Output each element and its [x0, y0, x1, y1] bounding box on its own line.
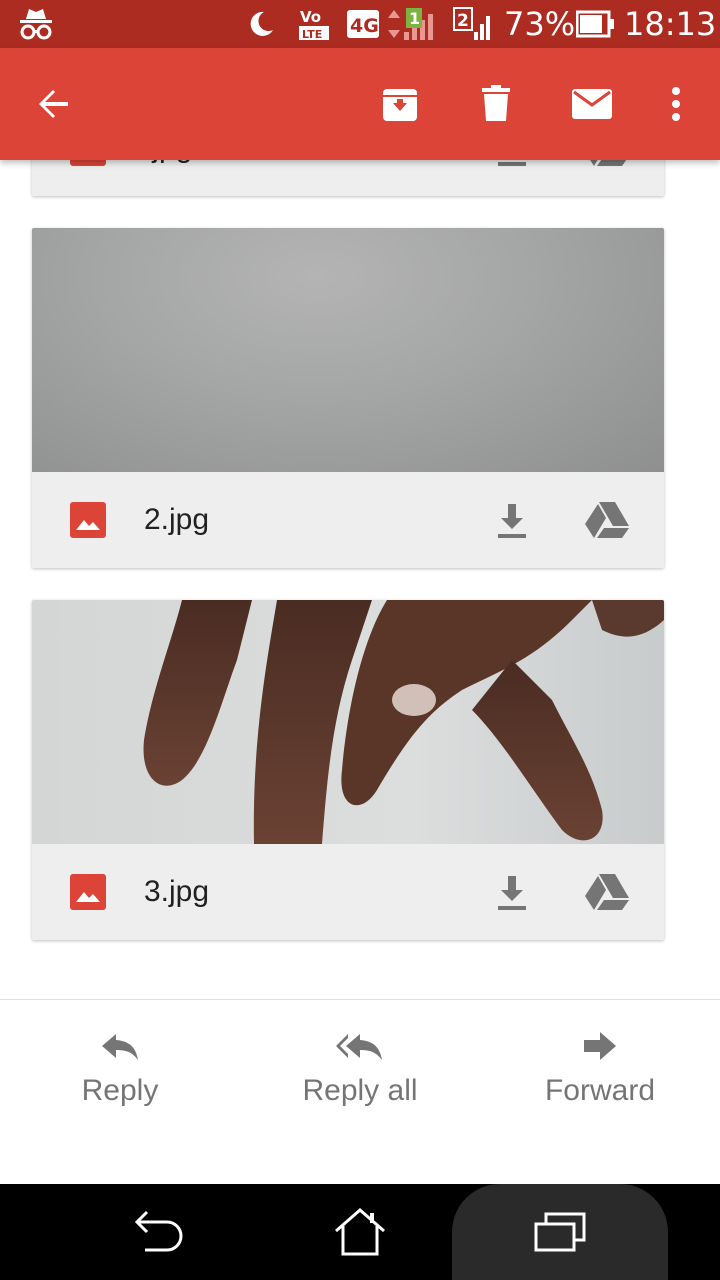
reply-all-icon [336, 1034, 382, 1060]
attachment-card: 3.jpg [32, 600, 664, 940]
status-bar: Vo LTE 4G 1 2 73% 18:13 [0, 0, 720, 48]
attachment-bar: .jpg [32, 160, 664, 196]
email-content: .jpg 2.jpg [0, 160, 720, 1000]
attachment-bar: 2.jpg [32, 472, 664, 568]
archive-button[interactable] [360, 48, 440, 160]
navigation-bar [0, 1184, 720, 1280]
attachment-card: 2.jpg [32, 228, 664, 568]
forward-button[interactable]: Forward [480, 1030, 720, 1120]
svg-text:Vo: Vo [300, 8, 321, 26]
image-file-icon [70, 160, 106, 166]
delete-icon [482, 85, 510, 121]
incognito-icon [18, 0, 54, 48]
home-icon [335, 1208, 385, 1256]
recent-apps-icon [534, 1212, 586, 1252]
svg-text:1: 1 [409, 9, 420, 28]
attachment-filename[interactable]: 3.jpg [144, 844, 209, 940]
reply-all-button[interactable]: Reply all [240, 1030, 480, 1120]
image-file-icon [70, 502, 106, 538]
volte-icon: Vo LTE [298, 0, 332, 48]
forward-label: Forward [544, 1074, 656, 1107]
delete-button[interactable] [456, 48, 536, 160]
image-file-icon [70, 874, 106, 910]
hand-photo [143, 600, 664, 844]
download-icon[interactable] [492, 500, 532, 540]
more-vert-icon [672, 87, 680, 121]
mark-unread-button[interactable] [552, 48, 632, 160]
save-to-drive-icon[interactable] [584, 500, 630, 540]
nav-back-button[interactable] [100, 1184, 220, 1280]
forward-icon [584, 1032, 616, 1060]
attachment-card: .jpg [32, 160, 664, 196]
reply-icon [102, 1034, 138, 1060]
app-bar [0, 48, 720, 160]
network-4g-icon: 4G [346, 0, 380, 48]
attachment-preview-image[interactable] [32, 600, 664, 844]
attachment-filename[interactable]: .jpg [144, 160, 192, 196]
archive-icon [383, 89, 417, 121]
signal-sim1-icon: 1 [384, 0, 444, 48]
svg-text:4G: 4G [350, 15, 379, 37]
nav-back-icon [135, 1210, 183, 1252]
save-to-drive-icon[interactable] [584, 160, 630, 168]
battery-percentage: 73% [504, 5, 576, 43]
back-button[interactable] [14, 48, 94, 160]
signal-sim2-icon: 2 [452, 0, 496, 48]
battery-icon [576, 0, 616, 48]
divider [0, 999, 720, 1000]
do-not-disturb-moon-icon [246, 0, 276, 48]
reply-all-label: Reply all [302, 1074, 418, 1107]
attachment-preview-image[interactable] [32, 228, 664, 472]
save-to-drive-icon[interactable] [584, 872, 630, 912]
nav-home-button[interactable] [300, 1184, 420, 1280]
svg-text:2: 2 [457, 11, 469, 31]
download-icon[interactable] [492, 872, 532, 912]
mark-unread-icon [572, 89, 612, 119]
reply-button[interactable]: Reply [0, 1030, 240, 1120]
arrow-back-icon [39, 90, 68, 118]
download-icon[interactable] [492, 160, 532, 168]
more-options-button[interactable] [636, 48, 716, 160]
attachment-filename[interactable]: 2.jpg [144, 472, 209, 568]
svg-text:LTE: LTE [302, 28, 322, 41]
attachment-bar: 3.jpg [32, 844, 664, 940]
clock: 18:13 [624, 5, 717, 43]
nav-recents-button[interactable] [500, 1184, 620, 1280]
reply-label: Reply [81, 1074, 159, 1107]
